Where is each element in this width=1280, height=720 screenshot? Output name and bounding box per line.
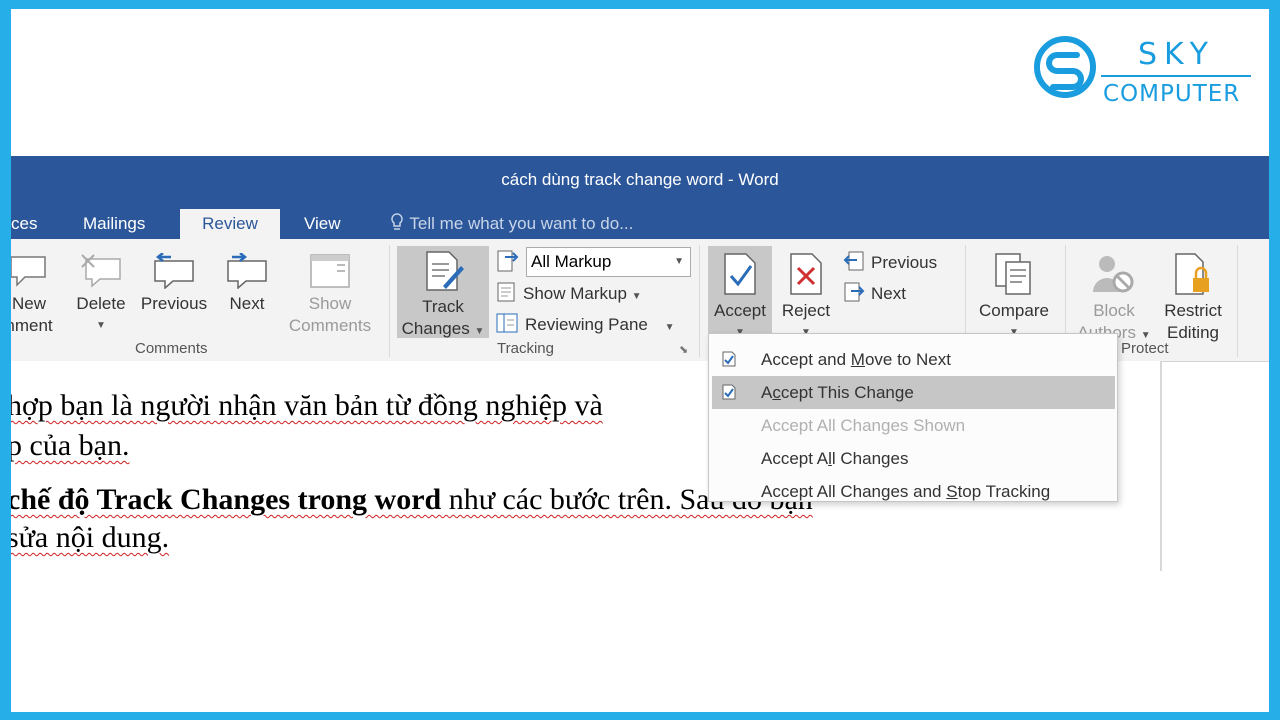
group-divider <box>1237 245 1238 357</box>
show-comments-label-1: Show <box>308 294 352 313</box>
delete-caret-icon: ▼ <box>96 320 106 331</box>
sky-computer-logo: SKY COMPUTER <box>1033 31 1253 111</box>
track-changes-label-1: Track <box>422 297 464 316</box>
reviewing-pane-button[interactable]: Reviewing Pane ▼ <box>495 312 675 338</box>
comments-group-label: Comments <box>135 340 208 357</box>
track-changes-label-2: Changes ▼ <box>401 319 485 338</box>
previous-comment-icon <box>154 253 194 289</box>
new-comment-icon <box>11 256 46 287</box>
title-bar: cách dùng track change word - Word <box>11 156 1269 203</box>
previous-change-button[interactable]: Previous <box>843 250 937 276</box>
menu-item-label: Accept All Changes and Stop Tracking <box>761 482 1051 501</box>
group-divider <box>389 245 390 357</box>
previous-change-label: Previous <box>871 253 938 272</box>
tell-me-text: Tell me what you want to do... <box>409 214 634 233</box>
markup-view-caret-icon: ▼ <box>674 256 684 267</box>
delete-comment-icon <box>81 254 121 288</box>
markup-view-select[interactable]: All Markup ▼ <box>526 247 691 277</box>
reject-button[interactable]: Reject ▼ <box>777 252 835 344</box>
logo-text-computer: COMPUTER <box>1103 81 1241 107</box>
doc-line-1: hợp bạn là người nhận văn bản từ đồng ng… <box>11 389 603 422</box>
next-change-button[interactable]: Next <box>843 281 906 307</box>
protect-group-label: Protect <box>1121 340 1169 357</box>
doc-line-4: sửa nội dung. <box>11 521 170 554</box>
tracking-group-label: Tracking <box>497 340 554 357</box>
tab-view[interactable]: View <box>292 209 353 239</box>
check-icon <box>722 384 736 400</box>
show-comments-label-2: Comments <box>288 316 372 335</box>
next-comment-icon <box>227 253 267 289</box>
menu-item-accept-and-move[interactable]: Accept and Move to Next <box>709 343 1115 376</box>
accept-button[interactable]: Accept ▼ <box>708 246 772 340</box>
menu-item-label: Accept and Move to Next <box>761 350 951 369</box>
tracking-options-launcher-icon[interactable]: ⬊ <box>679 343 688 356</box>
next-change-icon <box>844 282 865 302</box>
next-comment-label: Next <box>229 294 265 313</box>
show-comments-button[interactable]: Show Comments <box>281 253 379 337</box>
logo-divider <box>1101 75 1251 77</box>
window-title: cách dùng track change word - Word <box>501 170 779 189</box>
accept-label: Accept <box>714 301 766 320</box>
logo-text-sky: SKY <box>1138 37 1215 72</box>
track-changes-button[interactable]: Track Changes ▼ <box>397 246 489 338</box>
accept-icon <box>724 253 756 295</box>
restrict-editing-button[interactable]: Restrict Editing <box>1155 252 1231 344</box>
track-changes-icon <box>426 251 464 291</box>
menu-item-accept-this-change[interactable]: Accept This Change <box>712 376 1115 409</box>
previous-comment-label: Previous <box>140 294 208 313</box>
previous-comment-button[interactable]: Previous <box>137 253 211 315</box>
new-comment-label-2: nment <box>11 316 53 335</box>
tab-mailings[interactable]: Mailings <box>71 209 157 239</box>
new-comment-button[interactable]: New nment <box>11 253 55 337</box>
reviewing-pane-icon <box>496 313 518 333</box>
previous-change-icon <box>843 251 864 271</box>
delete-comment-label: Delete <box>76 294 126 313</box>
compare-icon <box>995 253 1031 295</box>
tell-me-box[interactable]: Tell me what you want to do... <box>389 209 633 239</box>
block-authors-icon <box>1093 256 1134 293</box>
menu-item-accept-all[interactable]: Accept All Changes <box>709 442 1115 475</box>
block-authors-label-1: Block <box>1093 301 1135 320</box>
new-comment-label-1: New <box>11 294 46 313</box>
next-change-label: Next <box>871 284 906 303</box>
show-markup-label: Show Markup <box>523 284 627 303</box>
menu-item-label: Accept All Changes Shown <box>761 416 966 435</box>
markup-view-value: All Markup <box>531 252 612 271</box>
menu-item-label: Accept This Change <box>761 383 914 402</box>
show-markup-button[interactable]: Show Markup ▼ <box>495 281 642 307</box>
screenshot-canvas: SKY COMPUTER cách dùng track change word… <box>11 9 1269 712</box>
doc-line-2: p của bạn. <box>11 429 130 462</box>
menu-item-label: Accept All Changes <box>761 449 909 468</box>
group-divider <box>699 245 700 357</box>
display-for-review-icon <box>497 250 519 272</box>
accept-dropdown-menu: Accept and Move to Next Accept This Chang… <box>708 333 1118 502</box>
menu-item-accept-all-shown[interactable]: Accept All Changes Shown <box>709 409 1115 442</box>
compare-label: Compare <box>979 301 1049 320</box>
show-markup-icon <box>497 282 515 302</box>
menu-item-accept-all-stop-tracking[interactable]: Accept All Changes and Stop Tracking <box>709 475 1115 508</box>
next-comment-button[interactable]: Next <box>219 253 275 315</box>
page-edge <box>1160 361 1162 571</box>
reject-icon <box>790 253 822 295</box>
show-comments-icon <box>310 254 350 288</box>
check-icon <box>722 351 736 367</box>
reject-label: Reject <box>781 301 831 320</box>
compare-button[interactable]: Compare ▼ <box>973 252 1055 344</box>
logo-mark-icon <box>1034 36 1096 98</box>
tab-review[interactable]: Review <box>180 209 280 239</box>
delete-comment-button[interactable]: Delete ▼ <box>71 253 131 337</box>
restrict-editing-icon <box>1175 253 1209 295</box>
ribbon-tabs: ces Mailings Review View Tell me what yo… <box>11 203 1269 239</box>
tab-references[interactable]: ces <box>11 209 49 239</box>
doc-line-3: chế độ Track Changes trong word như các … <box>11 483 813 516</box>
reviewing-pane-label: Reviewing Pane <box>525 315 648 334</box>
restrict-editing-label-1: Restrict <box>1164 301 1222 320</box>
lightbulb-icon <box>391 213 403 230</box>
